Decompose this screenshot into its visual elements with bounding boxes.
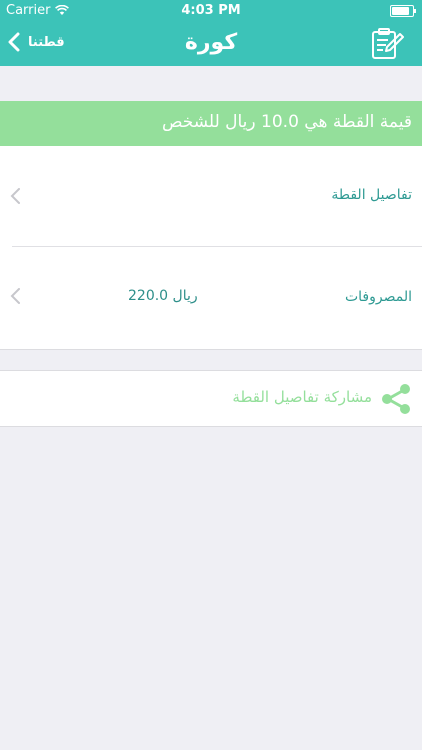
status-bar: Carrier 4:03 PM: [0, 0, 422, 22]
details-card: تفاصيل القطة المصروفات 220.0 ريال: [0, 146, 422, 350]
status-time: 4:03 PM: [181, 3, 241, 18]
expenses-value: 220.0 ريال: [128, 288, 198, 304]
page-title: كورة: [184, 30, 238, 55]
share-icon: [382, 384, 410, 414]
share-details-button[interactable]: مشاركة تفاصيل القطة: [0, 370, 422, 427]
chevron-left-icon: [10, 188, 20, 204]
price-banner: قيمة القطة هي 10.0 ريال للشخص: [0, 101, 422, 146]
share-label: مشاركة تفاصيل القطة: [232, 388, 372, 406]
edit-notes-icon[interactable]: [370, 28, 404, 60]
expenses-row[interactable]: المصروفات 220.0 ريال: [0, 247, 422, 347]
details-row-label: تفاصيل القطة: [331, 187, 412, 203]
navigation-bar: قطتنا كورة: [0, 22, 422, 66]
price-banner-text: قيمة القطة هي 10.0 ريال للشخص: [161, 112, 412, 132]
details-row[interactable]: تفاصيل القطة: [0, 146, 422, 246]
battery-icon: [390, 5, 416, 17]
expenses-row-label: المصروفات: [344, 289, 412, 305]
chevron-left-icon: [10, 288, 20, 304]
